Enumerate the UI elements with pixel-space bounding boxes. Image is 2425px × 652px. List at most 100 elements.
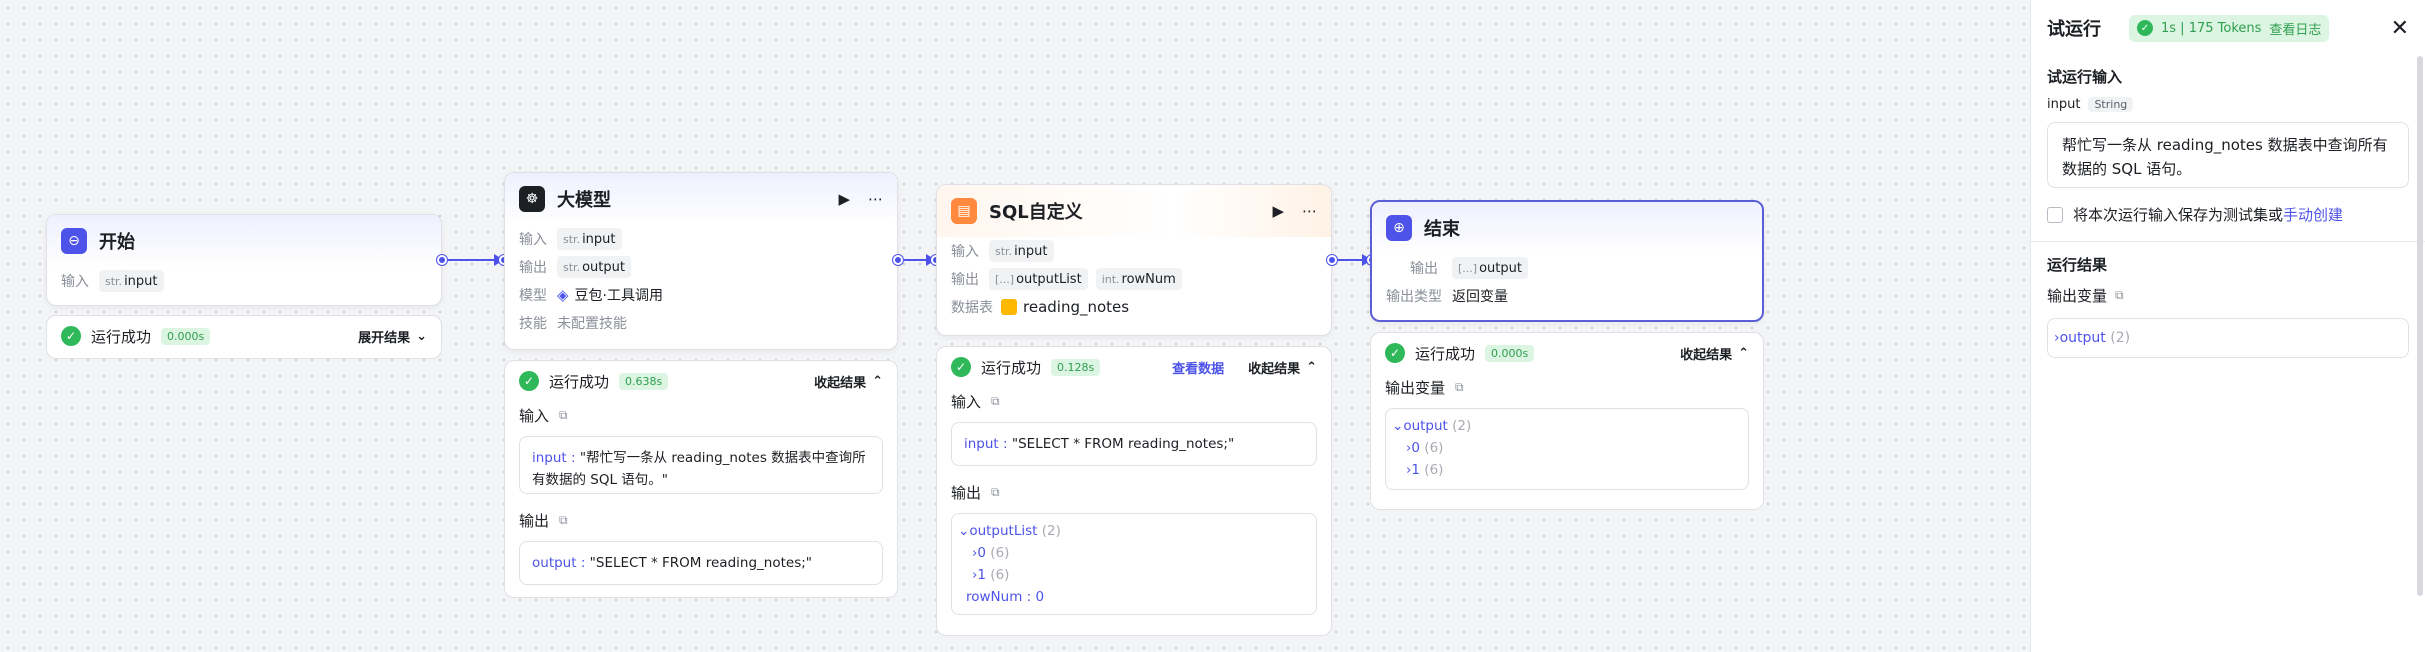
tree-node-rownum: rowNum : 0 — [966, 589, 1045, 605]
run-summary-badge: ✓ 1s | 175 Tokens 查看日志 — [2129, 14, 2330, 42]
model-logo-icon: ◈ — [557, 286, 569, 304]
sql-output-row: 输出 [...] outputList int. rowNum — [937, 265, 1331, 293]
view-log-link[interactable]: 查看日志 — [2269, 19, 2321, 38]
llm-output-label: 输出 — [519, 260, 547, 276]
tree-node-0[interactable]: ›0 (6) — [958, 542, 1310, 564]
sql-node-title: SQL自定义 — [989, 202, 1083, 223]
copy-icon[interactable]: ⧉ — [1455, 380, 1464, 395]
input-section-title: 试运行输入 — [2047, 68, 2123, 86]
view-data-link[interactable]: 查看数据 — [1172, 358, 1224, 377]
start-node-title: 开始 — [99, 232, 135, 253]
panel-output-box: ›output (2) — [2047, 318, 2409, 358]
chevron-up-icon: ⌃ — [1738, 345, 1749, 361]
sql-input-tag: str. input — [989, 240, 1054, 262]
end-otype-row: 输出类型 返回变量 — [1372, 282, 1762, 310]
play-icon[interactable]: ▶ — [838, 190, 850, 208]
copy-icon[interactable]: ⧉ — [991, 394, 1000, 409]
llm-result-time: 0.638s — [619, 372, 669, 390]
llm-input-tag: str. input — [557, 228, 622, 250]
success-check-icon: ✓ — [951, 357, 971, 377]
llm-input-label: 输入 — [519, 232, 547, 248]
end-result-time: 0.000s — [1485, 344, 1535, 362]
llm-result: ✓ 运行成功 0.638s 收起结果 ⌃ 输入 ⧉ input : "帮忙写一条从 … — [504, 360, 898, 598]
manual-create-link[interactable]: 手动创建 — [2283, 206, 2343, 224]
llm-skill-label: 技能 — [519, 316, 547, 332]
copy-icon[interactable]: ⧉ — [559, 408, 568, 423]
start-input-tag: str. input — [99, 270, 164, 292]
llm-node[interactable]: ☸ 大模型 ▶ ⋯ 输入 str. input 输出 str. output 模型 … — [504, 172, 898, 350]
sql-result-output-box: ⌄outputList (2) ›0 (6) ›1 (6) rowNum : 0 — [951, 513, 1317, 615]
save-testset-row: 将本次运行输入保存为测试集或手动创建 — [2031, 198, 2425, 231]
sql-input-row: 输入 str. input — [937, 237, 1331, 265]
llm-icon: ☸ — [519, 186, 545, 212]
success-check-icon: ✓ — [1385, 343, 1405, 363]
sql-result: ✓ 运行成功 0.128s 查看数据 收起结果 ⌃ 输入 ⧉ input : "SE… — [936, 346, 1332, 636]
end-node[interactable]: ⊕ 结束 输出 [...] output 输出类型 返回变量 — [1370, 200, 1764, 322]
input-type-tag: String — [2088, 97, 2134, 112]
end-result-status: 运行成功 — [1415, 344, 1476, 363]
test-input-field[interactable]: 帮忙写一条从 reading_notes 数据表中查询所有数据的 SQL 语句。 — [2047, 122, 2409, 188]
result-section-title: 运行结果 — [2047, 256, 2108, 274]
start-result: ✓ 运行成功 0.000s 展开结果 ⌄ — [46, 315, 442, 359]
llm-output-port[interactable] — [893, 255, 903, 265]
panel-title: 试运行 — [2047, 19, 2101, 40]
copy-icon[interactable]: ⧉ — [2115, 288, 2124, 303]
end-output-row: 输出 [...] output — [1372, 254, 1762, 282]
sql-result-status: 运行成功 — [981, 358, 1042, 377]
token-text: 1s | 175 Tokens — [2161, 20, 2262, 36]
llm-result-input-title: 输入 ⧉ — [519, 407, 568, 425]
sql-result-input-title: 输入 ⧉ — [951, 393, 1000, 411]
sql-result-output-title: 输出 ⧉ — [951, 484, 1000, 502]
llm-model-row: 模型 ◈ 豆包·工具调用 — [505, 281, 897, 309]
sql-result-time: 0.128s — [1051, 358, 1101, 376]
sql-node-header: ▤ SQL自定义 ▶ ⋯ — [937, 185, 1331, 237]
save-testset-checkbox[interactable] — [2047, 206, 2063, 223]
llm-skill-value: 未配置技能 — [557, 316, 627, 332]
sql-node[interactable]: ▤ SQL自定义 ▶ ⋯ 输入 str. input 输出 [...] output… — [936, 184, 1332, 336]
play-icon[interactable]: ▶ — [1272, 202, 1284, 220]
llm-result-output-title: 输出 ⧉ — [519, 512, 568, 530]
start-icon: ⊖ — [61, 228, 87, 254]
llm-input-row: 输入 str. input — [505, 225, 897, 253]
copy-icon[interactable]: ⧉ — [559, 513, 568, 528]
sql-output-port[interactable] — [1327, 255, 1337, 265]
panel-header: 试运行 ✓ 1s | 175 Tokens 查看日志 ✕ — [2031, 0, 2425, 56]
close-icon[interactable]: ✕ — [2391, 16, 2409, 41]
end-icon: ⊕ — [1386, 215, 1412, 241]
llm-skill-row: 技能 未配置技能 — [505, 309, 897, 337]
tree-node-1[interactable]: ›1 (6) — [958, 564, 1310, 586]
sql-output-label: 输出 — [951, 272, 979, 288]
workflow-canvas[interactable]: ⊖ 开始 输入 str. input ✓ 运行成功 0.000s 展开结果 ⌄ ☸ … — [0, 0, 2030, 652]
start-expand-toggle[interactable]: 展开结果 ⌄ — [358, 327, 427, 346]
sql-collapse-toggle[interactable]: 收起结果 ⌃ — [1248, 358, 1317, 377]
copy-icon[interactable]: ⧉ — [991, 485, 1000, 500]
llm-model-label: 模型 — [519, 288, 547, 304]
tree-node-1[interactable]: ›1 (6) — [1392, 459, 1742, 481]
tree-node-outputlist[interactable]: ⌄outputList (2) — [958, 520, 1310, 542]
sql-result-input-box: input : "SELECT * FROM reading_notes;" — [951, 422, 1317, 466]
start-output-port[interactable] — [437, 255, 447, 265]
more-icon[interactable]: ⋯ — [868, 190, 883, 208]
start-result-time: 0.000s — [161, 327, 211, 345]
end-output-label: 输出 — [1410, 261, 1438, 277]
sql-input-label: 输入 — [951, 244, 979, 260]
end-otype-label: 输出类型 — [1386, 289, 1442, 305]
start-input-label: 输入 — [61, 274, 89, 290]
end-result: ✓ 运行成功 0.000s 收起结果 ⌃ 输出变量 ⧉ ⌄output (2) ›0… — [1370, 332, 1764, 510]
tree-node-output[interactable]: ⌄output (2) — [1392, 415, 1742, 437]
tree-node-0[interactable]: ›0 (6) — [1392, 437, 1742, 459]
start-node[interactable]: ⊖ 开始 输入 str. input — [46, 214, 442, 306]
success-check-icon: ✓ — [2137, 20, 2153, 36]
llm-collapse-toggle[interactable]: 收起结果 ⌃ — [814, 372, 883, 391]
end-collapse-toggle[interactable]: 收起结果 ⌃ — [1680, 344, 1749, 363]
end-otype-value: 返回变量 — [1452, 289, 1508, 305]
more-icon[interactable]: ⋯ — [1302, 202, 1317, 220]
success-check-icon: ✓ — [519, 371, 539, 391]
output-var-title: 输出变量 — [2047, 287, 2108, 305]
divider — [2031, 241, 2425, 242]
success-check-icon: ✓ — [61, 326, 81, 346]
end-node-header: ⊕ 结束 — [1372, 202, 1762, 254]
panel-tree-output[interactable]: ›output (2) — [2054, 330, 2130, 346]
llm-result-output-box: output : "SELECT * FROM reading_notes;" — [519, 541, 883, 585]
panel-scrollbar[interactable] — [2417, 56, 2423, 596]
